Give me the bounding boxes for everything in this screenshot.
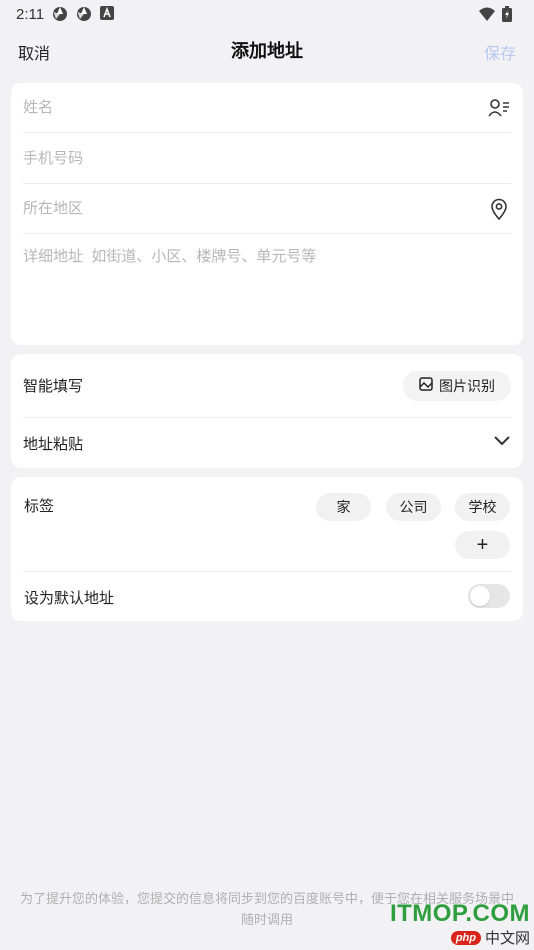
phone-row	[23, 133, 511, 184]
address-paste-label: 地址粘贴	[23, 435, 84, 453]
tag-home[interactable]: 家	[316, 493, 371, 521]
tag-school[interactable]: 学校	[455, 493, 510, 521]
wifi-icon	[478, 6, 495, 22]
region-input[interactable]	[23, 200, 487, 217]
image-scan-icon	[419, 377, 433, 394]
save-button[interactable]: 保存	[484, 40, 516, 64]
region-row[interactable]	[23, 184, 511, 234]
watermark: ITMOP.COM php 中文网	[390, 901, 530, 948]
default-address-label: 设为默认地址	[24, 590, 115, 607]
smart-fill-label: 智能填写	[23, 378, 84, 395]
font-a-icon	[100, 6, 116, 22]
toggle-knob	[470, 586, 490, 606]
image-recognition-button[interactable]: 图片识别	[403, 370, 511, 401]
page-title: 添加地址	[231, 41, 303, 61]
name-row	[23, 83, 511, 133]
smart-fill-row: 智能填写 图片识别	[23, 354, 511, 417]
contacts-icon[interactable]	[487, 96, 511, 120]
tags-label: 标签	[24, 498, 55, 515]
name-input[interactable]	[23, 99, 487, 116]
tag-company[interactable]: 公司	[386, 493, 441, 521]
detail-row	[23, 245, 511, 341]
default-address-toggle[interactable]	[468, 584, 510, 608]
image-recognition-label: 图片识别	[439, 377, 495, 394]
phone-input[interactable]	[23, 149, 511, 167]
nav-bar: 取消 添加地址 保存	[0, 28, 534, 72]
cancel-button[interactable]: 取消	[18, 40, 50, 64]
status-bar: 2:11	[0, 0, 534, 28]
location-pin-icon[interactable]	[487, 197, 511, 221]
watermark-php: php 中文网	[450, 927, 530, 948]
aperture-icon	[76, 6, 92, 22]
watermark-itmop: ITMOP.COM	[389, 900, 530, 927]
chevron-down-icon[interactable]	[493, 434, 511, 452]
php-logo: php	[450, 930, 481, 945]
smart-fill-card: 智能填写 图片识别 地址粘贴	[11, 354, 523, 468]
address-form-card	[11, 83, 523, 345]
status-time: 2:11	[16, 5, 45, 23]
battery-icon	[502, 6, 518, 22]
divider	[23, 571, 511, 572]
aperture-icon	[52, 6, 68, 22]
tags-card: 标签 家 公司 学校 + 设为默认地址	[11, 477, 523, 621]
detail-address-input[interactable]	[23, 245, 511, 335]
add-tag-button[interactable]: +	[455, 531, 510, 559]
watermark-site: 中文网	[484, 930, 530, 947]
address-paste-row[interactable]: 地址粘贴	[23, 418, 511, 468]
